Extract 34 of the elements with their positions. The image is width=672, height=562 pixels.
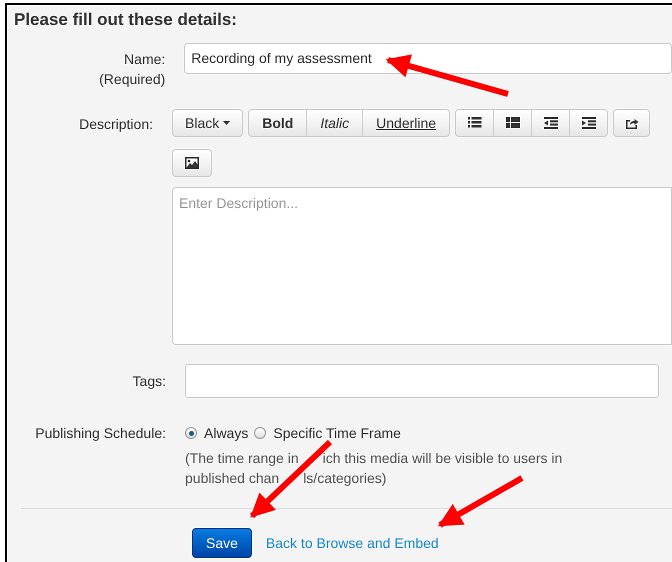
save-button[interactable]: Save <box>192 528 252 558</box>
color-dropdown[interactable]: Black <box>172 109 244 137</box>
toolbar-button[interactable] <box>493 109 532 137</box>
form-heading: Please fill out these details: <box>14 9 238 30</box>
share-icon <box>624 117 639 129</box>
outdent-icon <box>544 117 558 129</box>
help-text: ls/categories) <box>303 469 386 488</box>
radio-label: Specific Time Frame <box>273 424 401 443</box>
name-field[interactable]: Recording of my assessment <box>184 43 672 74</box>
required-note: (Required) <box>98 70 166 89</box>
help-text: published chan <box>185 469 280 488</box>
toolbar-button[interactable] <box>531 109 570 137</box>
field-label: Description: <box>78 115 153 134</box>
radio-button[interactable] <box>254 427 266 439</box>
radio-label: Always <box>204 424 248 443</box>
indent-icon <box>582 117 596 129</box>
field-label: Name: <box>123 50 166 69</box>
list-icon <box>506 117 520 129</box>
toolbar-button[interactable] <box>613 109 650 137</box>
list-icon <box>468 117 482 129</box>
radio-button[interactable] <box>185 427 197 439</box>
field-label: Tags: <box>132 372 166 391</box>
caret-icon <box>223 121 230 125</box>
format-button[interactable]: Underline <box>362 109 450 137</box>
field-label: Publishing Schedule: <box>34 424 166 443</box>
format-button[interactable]: Italic <box>306 109 364 137</box>
image-icon <box>185 157 199 169</box>
format-button[interactable]: Bold <box>248 109 308 137</box>
help-text: (The time range in <box>185 449 299 468</box>
help-text: ich this media will be visible to users in <box>322 449 562 468</box>
toolbar-button[interactable] <box>455 109 494 137</box>
toolbar-button[interactable] <box>172 149 212 177</box>
tags-field[interactable] <box>185 364 659 398</box>
toolbar-button[interactable] <box>569 109 608 137</box>
